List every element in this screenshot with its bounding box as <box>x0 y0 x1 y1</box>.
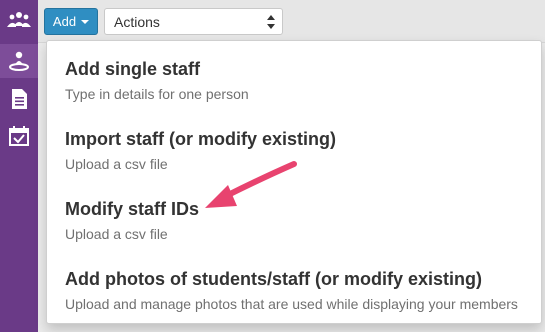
document-icon[interactable] <box>7 87 31 111</box>
menu-item-title: Import staff (or modify existing) <box>65 129 337 149</box>
menu-item-title: Modify staff IDs <box>65 199 200 219</box>
add-button-label: Add <box>52 14 77 29</box>
menu-item-title: Add single staff <box>65 59 201 79</box>
group-icon[interactable] <box>7 8 31 32</box>
chevron-down-icon <box>81 19 90 24</box>
menu-item-title: Add photos of students/staff (or modify … <box>65 269 482 289</box>
menu-item-import-staff[interactable]: Import staff (or modify existing) Upload… <box>65 129 531 172</box>
menu-item-subtitle: Upload and manage photos that are used w… <box>65 296 518 312</box>
menu-item-subtitle: Upload a csv file <box>65 156 168 172</box>
menu-item-subtitle: Upload a csv file <box>65 226 168 242</box>
actions-select[interactable]: Actions <box>104 8 283 35</box>
select-arrows-icon <box>267 15 275 29</box>
sidebar <box>0 0 38 332</box>
menu-item-subtitle: Type in details for one person <box>65 86 249 102</box>
actions-select-value: Actions <box>114 13 160 30</box>
menu-item-modify-staff-ids[interactable]: Modify staff IDs Upload a csv file <box>65 199 531 242</box>
user-location-icon[interactable] <box>7 49 31 73</box>
menu-item-add-single-staff[interactable]: Add single staff Type in details for one… <box>65 59 531 102</box>
add-dropdown-button[interactable]: Add <box>44 8 98 35</box>
add-dropdown-menu: Add single staff Type in details for one… <box>46 40 542 324</box>
menu-item-add-photos[interactable]: Add photos of students/staff (or modify … <box>65 269 531 312</box>
calendar-check-icon[interactable] <box>7 124 31 148</box>
